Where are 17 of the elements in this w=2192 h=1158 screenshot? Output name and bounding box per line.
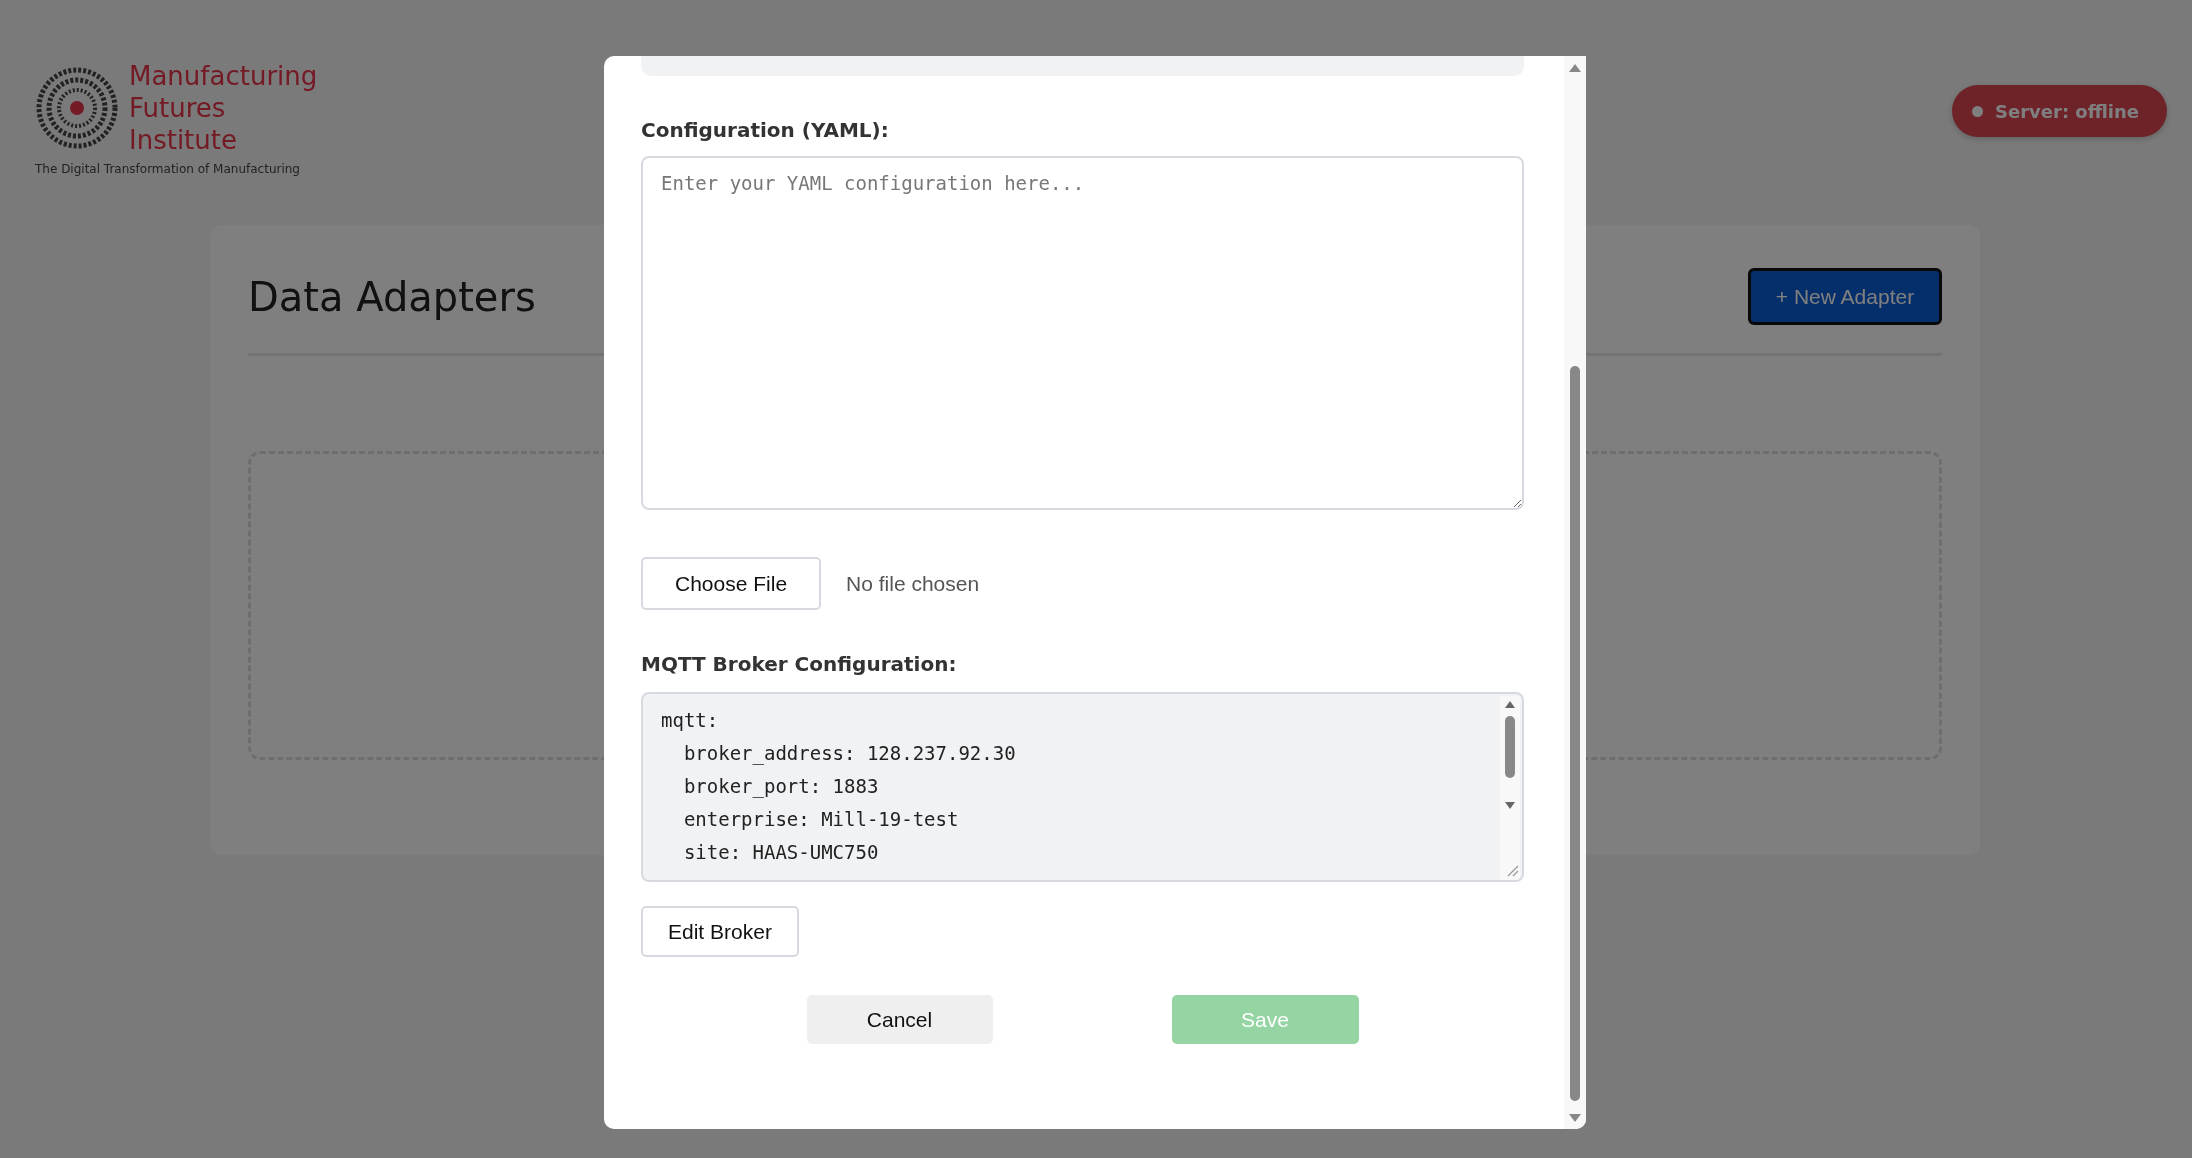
edit-broker-button[interactable]: Edit Broker [641, 906, 799, 957]
broker-config-field[interactable]: mqtt: broker_address: 128.237.92.30 broker_port: 1883 enterprise: Mill-19-test site: HAAS-UMC750 [641, 692, 1524, 882]
server-status-label: Server: offline [1995, 100, 2139, 122]
yaml-label: Configuration (YAML): [641, 118, 889, 142]
cancel-button[interactable]: Cancel [806, 995, 993, 1044]
input-field[interactable] [641, 56, 1524, 76]
brand-tagline: The Digital Transformation of Manufacturing [35, 162, 301, 176]
scrollbar-drawing[interactable] [1564, 56, 1586, 1129]
status-dot-icon [1972, 105, 1983, 117]
broker-label: MQTT Broker Configuration: [641, 652, 957, 676]
binary-circle-logo-icon [35, 66, 119, 150]
yaml-input-field[interactable]: Enter your YAML configuration here... [641, 156, 1524, 510]
file-status-text: No file chosen [846, 571, 980, 596]
brand-name: Manufacturing Futures Institute [129, 60, 318, 156]
choose-file-button[interactable]: Choose File [641, 557, 822, 610]
scrollbar-drawing[interactable] [1500, 696, 1520, 880]
page-title: Data Adapters [248, 273, 536, 320]
